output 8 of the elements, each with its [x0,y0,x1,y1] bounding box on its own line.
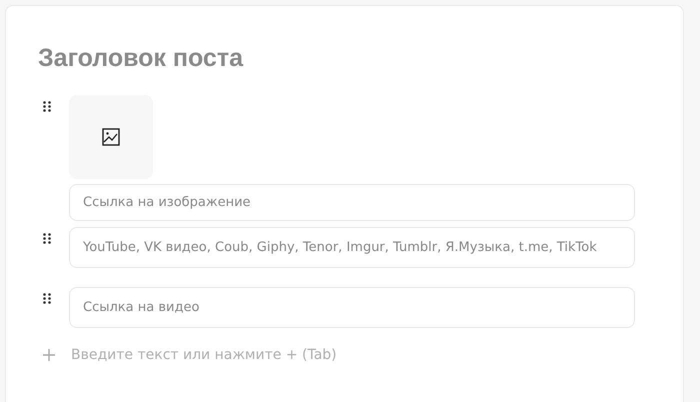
image-icon [102,128,120,146]
drag-handle-icon[interactable] [43,233,51,244]
input-field[interactable]: YouTube, VK видео, Coub, Giphy, Tenor, Imgur, Tumblr, Я.Музыка, t.me, TikTok [69,227,635,268]
drag-handle-icon[interactable] [43,293,51,304]
post-title: Заголовок поста [38,44,244,73]
input-field[interactable]: Ссылка на видео [69,287,635,328]
input-field[interactable]: Ссылка на изображение [69,184,635,221]
drag-handle-icon[interactable] [43,101,51,112]
